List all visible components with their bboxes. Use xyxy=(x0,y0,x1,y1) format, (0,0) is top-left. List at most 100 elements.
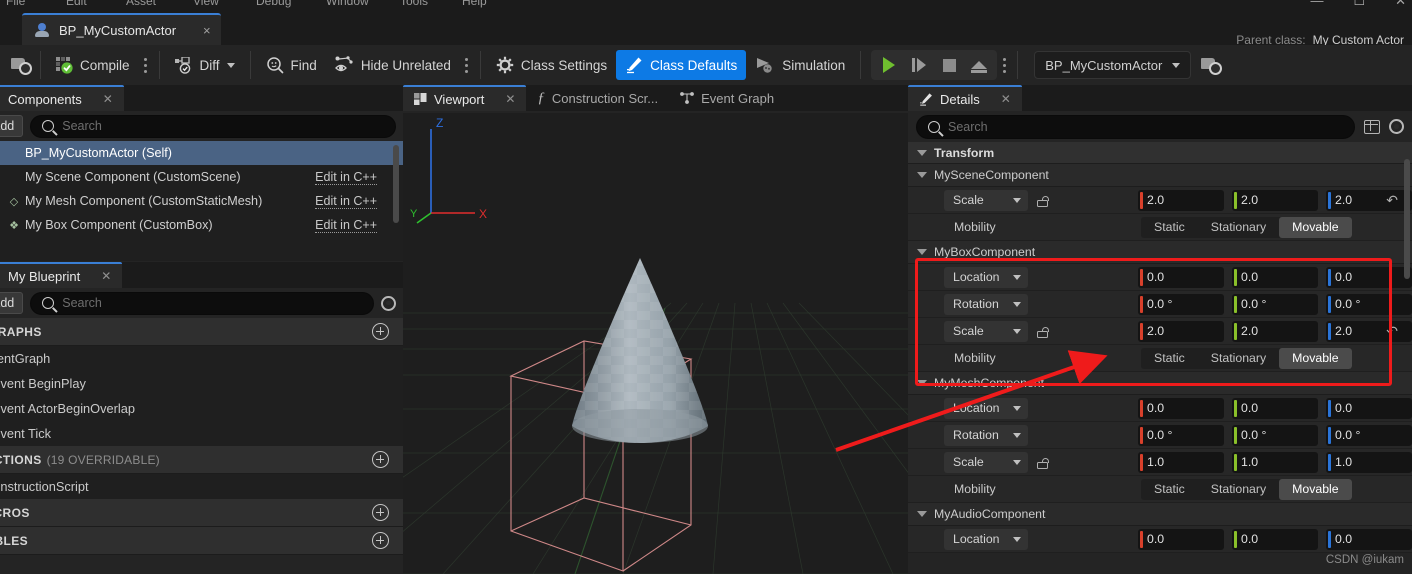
eject-button[interactable] xyxy=(965,52,993,78)
rotation-z-input[interactable]: 0.0 ° xyxy=(1326,293,1412,315)
group-myaudiocomponent[interactable]: MyAudioComponent xyxy=(908,503,1412,526)
group-mysccenecomponent[interactable]: MySceneComponent xyxy=(908,164,1412,187)
rotation-dropdown[interactable]: Rotation xyxy=(944,293,1028,315)
function-item-constructionscript[interactable]: ConstructionScript xyxy=(0,474,403,499)
details-scrollbar[interactable] xyxy=(1404,159,1410,279)
scale-dropdown[interactable]: Scale xyxy=(944,189,1028,211)
lock-icon[interactable] xyxy=(1036,325,1049,338)
mobility-stationary[interactable]: Stationary xyxy=(1198,217,1279,238)
maximize-icon[interactable]: ☐ xyxy=(1353,0,1365,9)
details-category-transform[interactable]: Transform xyxy=(908,142,1412,164)
chevron-down-icon[interactable] xyxy=(1013,197,1021,203)
section-variables[interactable]: VARIABLES xyxy=(0,527,403,555)
components-search-input[interactable]: Search xyxy=(30,114,396,138)
component-row-self[interactable]: BP_MyCustomActor (Self) xyxy=(0,141,403,165)
scale-z-input[interactable]: 2.0 xyxy=(1326,189,1412,211)
edit-in-cpp-link[interactable]: Edit in C++ xyxy=(315,170,377,185)
class-settings-button[interactable]: Class Settings xyxy=(487,50,616,80)
add-function-button[interactable] xyxy=(372,451,389,468)
chevron-down-icon[interactable] xyxy=(1013,536,1021,542)
graph-item-eventgraph[interactable]: EventGraph xyxy=(0,346,403,371)
components-tab-close-icon[interactable]: ✕ xyxy=(103,92,113,106)
find-button[interactable]: Find xyxy=(257,50,326,80)
location-z-input[interactable]: 0.0 xyxy=(1326,266,1412,288)
scale-y-input[interactable]: 2.0 xyxy=(1232,320,1318,342)
component-row-mesh[interactable]: ◇ My Mesh Component (CustomStaticMesh) E… xyxy=(0,189,403,213)
location-x-input[interactable]: 0.0 xyxy=(1138,397,1224,419)
column-view-icon[interactable] xyxy=(1364,119,1380,134)
components-scrollbar[interactable] xyxy=(393,145,399,223)
minimize-icon[interactable]: — xyxy=(1310,0,1323,9)
menu-bar[interactable]: File Edit Asset View Debug Window Tools … xyxy=(0,0,1412,13)
add-graph-button[interactable] xyxy=(372,323,389,340)
chevron-down-icon[interactable] xyxy=(1013,432,1021,438)
mobility-stationary[interactable]: Stationary xyxy=(1198,479,1279,500)
menu-item-debug[interactable]: Debug xyxy=(256,0,291,8)
chevron-down-icon[interactable] xyxy=(917,511,927,517)
edit-in-cpp-link[interactable]: Edit in C++ xyxy=(315,194,377,209)
graph-item-event-beginplay[interactable]: Event BeginPlay xyxy=(0,371,403,396)
graph-item-event-actorbeginoverlap[interactable]: Event ActorBeginOverlap xyxy=(0,396,403,421)
scale-y-input[interactable]: 1.0 xyxy=(1232,451,1318,473)
mobility-static[interactable]: Static xyxy=(1141,479,1198,500)
compile-button[interactable]: Compile xyxy=(47,50,139,80)
mobility-stationary[interactable]: Stationary xyxy=(1198,348,1279,369)
stop-button[interactable] xyxy=(935,52,963,78)
step-button[interactable] xyxy=(905,52,933,78)
rotation-y-input[interactable]: 0.0 ° xyxy=(1232,424,1318,446)
location-x-input[interactable]: 0.0 xyxy=(1138,528,1224,550)
rotation-z-input[interactable]: 0.0 ° xyxy=(1326,424,1412,446)
chevron-down-icon[interactable] xyxy=(917,149,927,156)
mobility-movable[interactable]: Movable xyxy=(1279,478,1352,500)
scale-y-input[interactable]: 2.0 xyxy=(1232,189,1318,211)
lock-icon[interactable] xyxy=(1036,456,1049,469)
scale-x-input[interactable]: 1.0 xyxy=(1138,451,1224,473)
mobility-movable[interactable]: Movable xyxy=(1279,347,1352,369)
location-y-input[interactable]: 0.0 xyxy=(1232,397,1318,419)
scale-z-input[interactable]: 2.0 xyxy=(1326,320,1412,342)
mobility-static[interactable]: Static xyxy=(1141,217,1198,238)
add-macro-button[interactable] xyxy=(372,504,389,521)
diff-button[interactable]: Diff xyxy=(166,50,244,80)
scale-dropdown[interactable]: Scale xyxy=(944,320,1028,342)
gear-icon[interactable] xyxy=(1389,119,1404,134)
menu-item-edit[interactable]: Edit xyxy=(66,0,87,8)
gear-icon[interactable] xyxy=(381,295,396,311)
chevron-down-icon[interactable] xyxy=(226,62,235,68)
my-blueprint-search-input[interactable]: Search xyxy=(30,291,374,315)
component-row-scene[interactable]: My Scene Component (CustomScene) Edit in… xyxy=(0,165,403,189)
class-defaults-button[interactable]: Class Defaults xyxy=(616,50,747,80)
location-y-input[interactable]: 0.0 xyxy=(1232,266,1318,288)
asset-tab-bp-mycustomactor[interactable]: BP_MyCustomActor × xyxy=(22,13,221,45)
menu-item-view[interactable]: View xyxy=(193,0,219,8)
details-tab-close-icon[interactable]: ✕ xyxy=(1001,92,1011,106)
tab-details[interactable]: Details ✕ xyxy=(908,85,1022,111)
component-row-box[interactable]: ❖ My Box Component (CustomBox) Edit in C… xyxy=(0,213,403,237)
simulation-button[interactable]: Simulation xyxy=(746,50,854,80)
add-variable-button[interactable] xyxy=(372,532,389,549)
tab-event-graph[interactable]: Event Graph xyxy=(669,85,785,111)
close-icon[interactable]: ✕ xyxy=(1395,0,1406,9)
location-dropdown[interactable]: Location xyxy=(944,266,1028,288)
tab-my-blueprint[interactable]: My Blueprint ✕ xyxy=(0,262,123,288)
menu-item-asset[interactable]: Asset xyxy=(126,0,156,8)
mobility-selector[interactable]: Static Stationary Movable xyxy=(1141,478,1352,500)
chevron-down-icon[interactable] xyxy=(1013,274,1021,280)
location-y-input[interactable]: 0.0 xyxy=(1232,528,1318,550)
chevron-down-icon[interactable] xyxy=(917,249,927,255)
scale-z-input[interactable]: 1.0 xyxy=(1326,451,1412,473)
rotation-y-input[interactable]: 0.0 ° xyxy=(1232,293,1318,315)
chevron-down-icon[interactable] xyxy=(1013,301,1021,307)
chevron-down-icon[interactable] xyxy=(917,380,927,386)
location-x-input[interactable]: 0.0 xyxy=(1138,266,1224,288)
revert-icon[interactable]: ↶ xyxy=(1386,192,1398,209)
mobility-selector[interactable]: Static Stationary Movable xyxy=(1141,216,1352,238)
my-blueprint-tab-close-icon[interactable]: ✕ xyxy=(101,269,111,283)
rotation-dropdown[interactable]: Rotation xyxy=(944,424,1028,446)
add-component-button[interactable]: Add xyxy=(0,115,24,137)
edit-in-cpp-link[interactable]: Edit in C++ xyxy=(315,218,377,233)
mobility-static[interactable]: Static xyxy=(1141,348,1198,369)
details-search-input[interactable]: Search xyxy=(916,114,1355,139)
compile-options-button[interactable] xyxy=(139,51,153,79)
lock-icon[interactable] xyxy=(1036,194,1049,207)
